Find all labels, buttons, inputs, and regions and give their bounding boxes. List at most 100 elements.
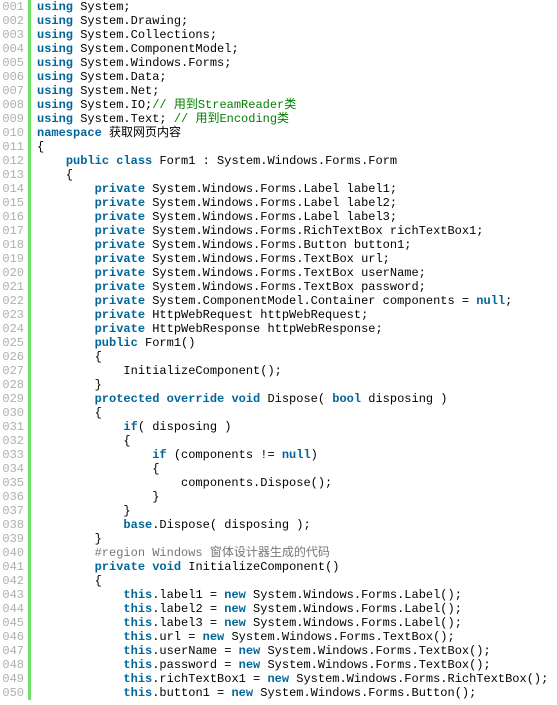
line-number: 037 xyxy=(0,504,24,518)
code-line: private System.Windows.Forms.RichTextBox… xyxy=(37,224,557,238)
code-line: } xyxy=(37,504,557,518)
line-number: 019 xyxy=(0,252,24,266)
code-line: using System.Text; // 用到Encoding类 xyxy=(37,112,557,126)
code-line: #region Windows 窗体设计器生成的代码 xyxy=(37,546,557,560)
line-number: 047 xyxy=(0,644,24,658)
code-line: private System.Windows.Forms.Label label… xyxy=(37,182,557,196)
code-line: } xyxy=(37,532,557,546)
line-number: 048 xyxy=(0,658,24,672)
code-line: using System.ComponentModel; xyxy=(37,42,557,56)
line-number: 007 xyxy=(0,84,24,98)
code-line: private HttpWebResponse httpWebResponse; xyxy=(37,322,557,336)
line-number: 024 xyxy=(0,322,24,336)
code-line: { xyxy=(37,462,557,476)
line-number: 011 xyxy=(0,140,24,154)
line-number: 044 xyxy=(0,602,24,616)
code-line: using System.Drawing; xyxy=(37,14,557,28)
line-number: 022 xyxy=(0,294,24,308)
code-line: { xyxy=(37,168,557,182)
line-number: 008 xyxy=(0,98,24,112)
code-line: private System.Windows.Forms.TextBox url… xyxy=(37,252,557,266)
line-number: 038 xyxy=(0,518,24,532)
code-line: this.richTextBox1 = new System.Windows.F… xyxy=(37,672,557,686)
line-number: 036 xyxy=(0,490,24,504)
line-number: 014 xyxy=(0,182,24,196)
line-number: 020 xyxy=(0,266,24,280)
code-line: using System.Net; xyxy=(37,84,557,98)
code-line: private HttpWebRequest httpWebRequest; xyxy=(37,308,557,322)
line-number: 039 xyxy=(0,532,24,546)
line-number-gutter: 0010020030040050060070080090100110120130… xyxy=(0,0,28,700)
line-number: 010 xyxy=(0,126,24,140)
code-line: { xyxy=(37,350,557,364)
line-number: 015 xyxy=(0,196,24,210)
code-line: components.Dispose(); xyxy=(37,476,557,490)
code-line: if (components != null) xyxy=(37,448,557,462)
line-number: 012 xyxy=(0,154,24,168)
line-number: 040 xyxy=(0,546,24,560)
code-line: this.label1 = new System.Windows.Forms.L… xyxy=(37,588,557,602)
line-number: 031 xyxy=(0,420,24,434)
line-number: 035 xyxy=(0,476,24,490)
line-number: 043 xyxy=(0,588,24,602)
code-content[interactable]: using System;using System.Drawing;using … xyxy=(31,0,557,700)
code-line: using System.IO;// 用到StreamReader类 xyxy=(37,98,557,112)
line-number: 003 xyxy=(0,28,24,42)
code-line: using System.Data; xyxy=(37,70,557,84)
code-line: InitializeComponent(); xyxy=(37,364,557,378)
line-number: 049 xyxy=(0,672,24,686)
line-number: 025 xyxy=(0,336,24,350)
line-number: 018 xyxy=(0,238,24,252)
line-number: 034 xyxy=(0,462,24,476)
code-line: private System.Windows.Forms.Button butt… xyxy=(37,238,557,252)
code-line: { xyxy=(37,140,557,154)
line-number: 006 xyxy=(0,70,24,84)
code-line: } xyxy=(37,490,557,504)
line-number: 017 xyxy=(0,224,24,238)
line-number: 028 xyxy=(0,378,24,392)
line-number: 046 xyxy=(0,630,24,644)
line-number: 023 xyxy=(0,308,24,322)
line-number: 050 xyxy=(0,686,24,700)
line-number: 030 xyxy=(0,406,24,420)
line-number: 004 xyxy=(0,42,24,56)
code-line: using System.Windows.Forms; xyxy=(37,56,557,70)
line-number: 042 xyxy=(0,574,24,588)
code-line: { xyxy=(37,406,557,420)
code-line: protected override void Dispose( bool di… xyxy=(37,392,557,406)
code-line: public class Form1 : System.Windows.Form… xyxy=(37,154,557,168)
code-line: this.button1 = new System.Windows.Forms.… xyxy=(37,686,557,700)
line-number: 027 xyxy=(0,364,24,378)
code-line: { xyxy=(37,574,557,588)
code-line: private System.Windows.Forms.Label label… xyxy=(37,196,557,210)
code-line: private System.Windows.Forms.TextBox use… xyxy=(37,266,557,280)
code-line: base.Dispose( disposing ); xyxy=(37,518,557,532)
line-number: 002 xyxy=(0,14,24,28)
line-number: 001 xyxy=(0,0,24,14)
line-number: 033 xyxy=(0,448,24,462)
line-number: 005 xyxy=(0,56,24,70)
code-line: private System.Windows.Forms.TextBox pas… xyxy=(37,280,557,294)
code-line: } xyxy=(37,378,557,392)
line-number: 013 xyxy=(0,168,24,182)
code-line: public Form1() xyxy=(37,336,557,350)
line-number: 045 xyxy=(0,616,24,630)
line-number: 026 xyxy=(0,350,24,364)
code-line: if( disposing ) xyxy=(37,420,557,434)
code-line: this.label2 = new System.Windows.Forms.L… xyxy=(37,602,557,616)
line-number: 041 xyxy=(0,560,24,574)
code-line: using System; xyxy=(37,0,557,14)
code-line: private System.Windows.Forms.Label label… xyxy=(37,210,557,224)
line-number: 032 xyxy=(0,434,24,448)
code-line: this.url = new System.Windows.Forms.Text… xyxy=(37,630,557,644)
code-line: this.userName = new System.Windows.Forms… xyxy=(37,644,557,658)
line-number: 021 xyxy=(0,280,24,294)
code-line: this.label3 = new System.Windows.Forms.L… xyxy=(37,616,557,630)
code-viewer: 0010020030040050060070080090100110120130… xyxy=(0,0,557,700)
code-line: private System.ComponentModel.Container … xyxy=(37,294,557,308)
line-number: 009 xyxy=(0,112,24,126)
line-number: 016 xyxy=(0,210,24,224)
line-number: 029 xyxy=(0,392,24,406)
code-line: this.password = new System.Windows.Forms… xyxy=(37,658,557,672)
code-line: using System.Collections; xyxy=(37,28,557,42)
